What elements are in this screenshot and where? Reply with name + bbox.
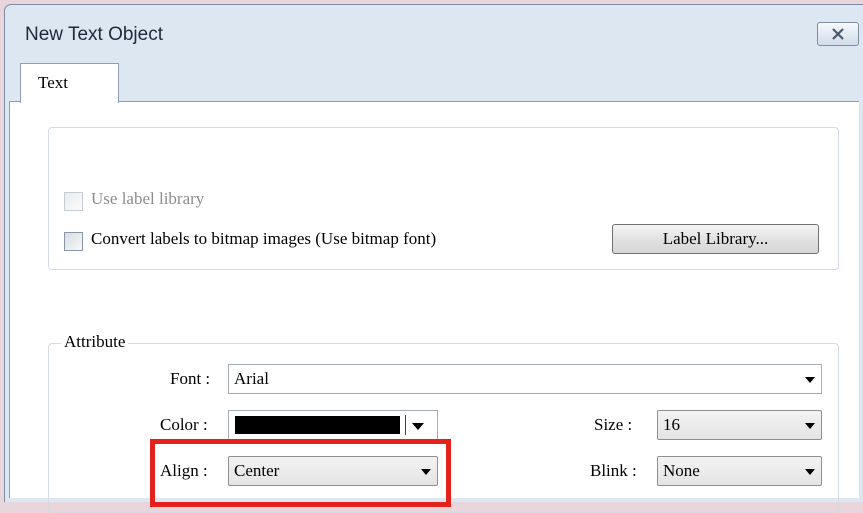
close-icon — [832, 28, 844, 40]
font-select[interactable]: Arial — [228, 364, 822, 394]
close-button[interactable] — [817, 22, 859, 46]
blink-value: None — [663, 461, 700, 480]
color-label: Color : — [160, 415, 208, 434]
size-select[interactable]: 16 — [657, 410, 822, 440]
font-value: Arial — [234, 369, 269, 388]
convert-labels-label: Convert labels to bitmap images (Use bit… — [91, 229, 437, 248]
size-label: Size : — [594, 415, 633, 434]
attribute-group-title: Attribute — [61, 332, 129, 352]
align-highlight-box — [150, 439, 451, 507]
chevron-down-icon — [805, 423, 815, 429]
window-title: New Text Object — [25, 24, 163, 45]
convert-labels-checkbox[interactable] — [64, 232, 83, 251]
tab-text[interactable]: Text — [20, 63, 119, 103]
font-label: Font : — [170, 369, 211, 388]
use-label-library-checkbox[interactable] — [64, 192, 83, 211]
chevron-down-icon — [805, 469, 815, 475]
color-swatch — [235, 416, 400, 434]
chevron-down-icon — [805, 377, 815, 383]
color-picker[interactable] — [228, 410, 438, 440]
use-label-library-label: Use label library — [91, 189, 205, 208]
chevron-down-icon — [412, 423, 424, 430]
blink-select[interactable]: None — [657, 456, 822, 486]
size-value: 16 — [663, 415, 680, 434]
title-bar[interactable]: New Text Object — [5, 5, 863, 65]
label-library-button[interactable]: Label Library... — [612, 224, 819, 254]
tab-text-label: Text — [38, 73, 68, 92]
blink-label: Blink : — [590, 461, 637, 480]
